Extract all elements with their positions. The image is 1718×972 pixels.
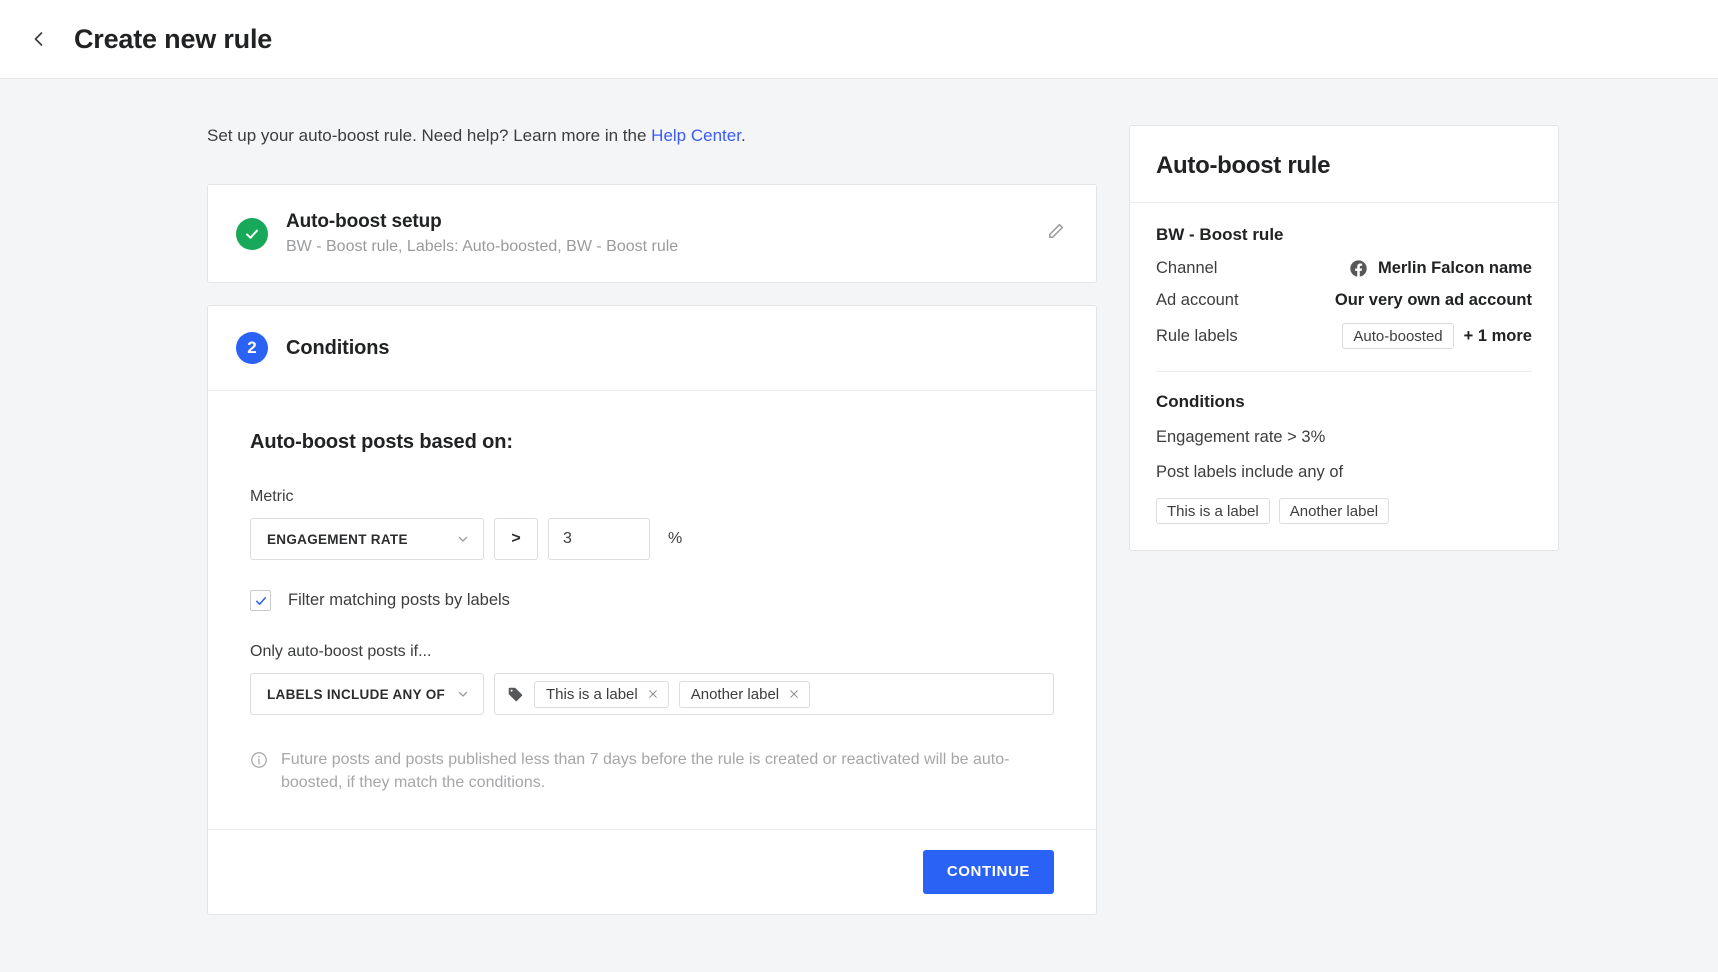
edit-setup-button[interactable]	[1038, 217, 1072, 251]
intro-text: Set up your auto-boost rule. Need help? …	[207, 125, 1097, 147]
label-chip-text: This is a label	[546, 685, 638, 703]
chevron-down-icon	[455, 686, 471, 702]
summary-rule-labels-value: Auto-boosted + 1 more	[1342, 323, 1532, 349]
summary-row-value: Our very own ad account	[1334, 291, 1532, 309]
metric-control-row: ENGAGEMENT RATE > %	[250, 518, 1054, 561]
summary-condition-chips: This is a label Another label	[1156, 498, 1532, 524]
check-circle-icon	[236, 217, 268, 250]
summary-row-key: Ad account	[1156, 291, 1239, 309]
page-title: Create new rule	[74, 23, 273, 54]
summary-row-ad-account: Ad account Our very own ad account	[1156, 291, 1532, 310]
operator-button[interactable]: >	[494, 518, 538, 561]
summary-condition-chip: Another label	[1278, 498, 1390, 524]
label-chip-text: Another label	[690, 685, 780, 703]
back-button[interactable]	[26, 26, 52, 52]
intro-text-after: .	[740, 126, 746, 145]
summary-body: BW - Boost rule Channel Merlin Falcon na…	[1130, 203, 1558, 550]
summary-divider	[1156, 371, 1532, 372]
conditions-card-footer: CONTINUE	[208, 828, 1096, 914]
summary-row-value-wrap: Merlin Falcon name	[1349, 259, 1532, 278]
conditions-card-body: Auto-boost posts based on: Metric ENGAGE…	[208, 391, 1096, 828]
setup-card-title: Auto-boost setup	[286, 211, 442, 233]
info-note: Future posts and posts published less th…	[250, 749, 1054, 794]
labels-control-row: LABELS INCLUDE ANY OF This is a label An…	[250, 673, 1054, 716]
filter-by-labels-checkbox[interactable]	[250, 590, 271, 612]
summary-row-key: Rule labels	[1156, 326, 1238, 345]
summary-row-rule-labels: Rule labels Auto-boosted + 1 more	[1156, 323, 1532, 349]
close-icon[interactable]	[788, 688, 800, 700]
conditions-card-title: Conditions	[286, 336, 390, 359]
conditions-card: 2 Conditions Auto-boost posts based on: …	[207, 305, 1097, 915]
metric-field-label: Metric	[250, 488, 294, 506]
auto-boost-setup-card[interactable]: Auto-boost setup BW - Boost rule, Labels…	[207, 184, 1097, 284]
main-column: Set up your auto-boost rule. Need help? …	[207, 125, 1097, 915]
close-icon[interactable]	[647, 688, 659, 700]
step-number-badge: 2	[236, 332, 268, 365]
summary-title: Auto-boost rule	[1156, 152, 1331, 179]
summary-column: Auto-boost rule BW - Boost rule Channel …	[1129, 125, 1559, 915]
rule-labels-more[interactable]: + 1 more	[1464, 327, 1532, 346]
filter-by-labels-label: Filter matching posts by labels	[288, 591, 510, 610]
filter-by-labels-checkbox-row[interactable]: Filter matching posts by labels	[250, 590, 1054, 612]
continue-button[interactable]: CONTINUE	[922, 849, 1054, 894]
top-bar: Create new rule	[0, 0, 1718, 79]
summary-row-channel: Channel Merlin Falcon name	[1156, 259, 1532, 278]
chevron-down-icon	[455, 531, 471, 547]
only-if-label: Only auto-boost posts if...	[250, 643, 432, 661]
summary-header: Auto-boost rule	[1130, 126, 1558, 203]
summary-condition-labels: Post labels include any of	[1156, 463, 1344, 481]
label-tags-input[interactable]: This is a label Another label	[494, 673, 1054, 716]
pencil-icon	[1046, 222, 1065, 246]
summary-condition-metric: Engagement rate > 3%	[1156, 428, 1326, 446]
summary-condition-chip: This is a label	[1156, 498, 1270, 524]
metric-select-value: ENGAGEMENT RATE	[267, 531, 408, 547]
info-icon	[250, 749, 268, 794]
info-note-text: Future posts and posts published less th…	[281, 751, 1010, 791]
threshold-input[interactable]	[548, 518, 650, 561]
setup-card-subtitle: BW - Boost rule, Labels: Auto-boosted, B…	[286, 238, 679, 256]
metric-select[interactable]: ENGAGEMENT RATE	[250, 518, 484, 561]
summary-conditions-title: Conditions	[1156, 392, 1245, 411]
summary-row-value: Merlin Falcon name	[1377, 259, 1532, 277]
summary-rule-name: BW - Boost rule	[1156, 225, 1284, 244]
tag-icon	[507, 686, 524, 703]
help-center-link[interactable]: Help Center	[651, 126, 741, 145]
labels-condition-value: LABELS INCLUDE ANY OF	[267, 686, 446, 702]
unit-label: %	[668, 530, 683, 548]
page-content: Set up your auto-boost rule. Need help? …	[0, 79, 1718, 915]
labels-condition-select[interactable]: LABELS INCLUDE ANY OF	[250, 673, 484, 716]
conditions-section-heading: Auto-boost posts based on:	[250, 431, 513, 454]
chevron-left-icon	[29, 29, 49, 49]
facebook-icon	[1349, 259, 1368, 278]
conditions-card-header: 2 Conditions	[208, 306, 1096, 392]
setup-card-text: Auto-boost setup BW - Boost rule, Labels…	[286, 211, 1020, 256]
label-chip[interactable]: Another label	[678, 680, 811, 708]
summary-row-key: Channel	[1156, 259, 1218, 277]
auto-boost-rule-summary-card: Auto-boost rule BW - Boost rule Channel …	[1129, 125, 1559, 551]
intro-text-before: Set up your auto-boost rule. Need help? …	[207, 126, 652, 145]
rule-label-chip: Auto-boosted	[1342, 323, 1454, 349]
label-chip[interactable]: This is a label	[534, 680, 669, 708]
